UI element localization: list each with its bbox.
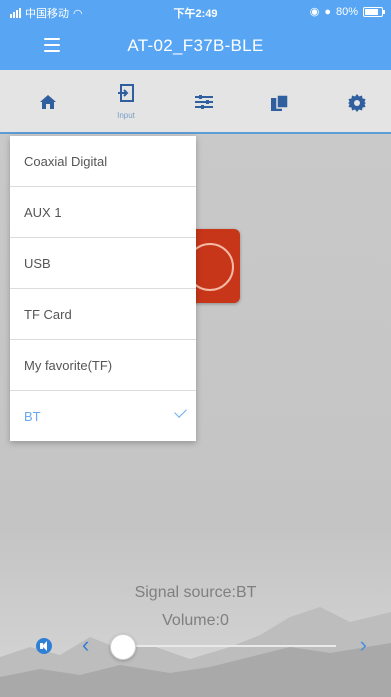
source-option-label: Coaxial Digital (24, 154, 108, 169)
source-option-aux1[interactable]: AUX 1 (10, 187, 196, 238)
volume-slider-knob[interactable] (110, 634, 136, 660)
battery-fill (365, 8, 378, 15)
volume-down-button[interactable]: ‹ (82, 632, 89, 658)
tab-input[interactable]: Input (96, 70, 156, 132)
source-option-label: AUX 1 (24, 205, 62, 220)
volume-label: Volume:0 (162, 612, 229, 629)
source-option-usb[interactable]: USB (10, 238, 196, 289)
alarm-icon: ● (324, 5, 331, 18)
input-source-dropdown: Coaxial Digital AUX 1 USB TF Card My fav… (10, 136, 196, 441)
source-option-label: TF Card (24, 307, 72, 322)
app-screen: 中国移动 ◠ 下午2:49 ◉ ● 80% AT-02_F37B-BLE Inp… (0, 0, 391, 697)
device-title: AT-02_F37B-BLE (127, 36, 264, 55)
source-option-label: USB (24, 256, 51, 271)
tab-input-label: Input (117, 111, 135, 120)
volume-up-button[interactable]: › (360, 632, 367, 658)
equalizer-icon (195, 95, 213, 109)
toolbar: Input (0, 70, 391, 134)
source-option-bt[interactable]: BT (10, 391, 196, 441)
tab-settings[interactable] (327, 70, 387, 132)
battery-label: 80% (335, 5, 358, 18)
source-option-tf-card[interactable]: TF Card (10, 289, 196, 340)
source-option-label: BT (24, 409, 41, 424)
volume-controls: ‹ › (0, 632, 391, 664)
signal-source-label: Signal source:BT (134, 584, 257, 601)
checkmark-icon (174, 405, 187, 418)
source-option-label: My favorite(TF) (24, 358, 113, 373)
settings-icon (348, 94, 366, 112)
copy-icon (271, 94, 289, 111)
tab-copy[interactable] (250, 70, 310, 132)
mute-speaker-icon[interactable] (36, 638, 52, 654)
source-option-coaxial-digital[interactable]: Coaxial Digital (10, 136, 196, 187)
home-icon (40, 95, 56, 109)
battery-icon (363, 6, 385, 17)
input-icon (118, 84, 134, 102)
status-right: ◉ ● 80% (309, 5, 385, 18)
status-bar: 中国移动 ◠ 下午2:49 ◉ ● 80% (0, 0, 391, 22)
tab-equalizer[interactable] (174, 70, 234, 132)
volume-slider[interactable] (110, 634, 336, 660)
location-icon: ◉ (309, 6, 320, 18)
tab-home[interactable] (18, 70, 78, 132)
source-option-my-favorite-tf[interactable]: My favorite(TF) (10, 340, 196, 391)
app-header: AT-02_F37B-BLE (0, 22, 391, 70)
